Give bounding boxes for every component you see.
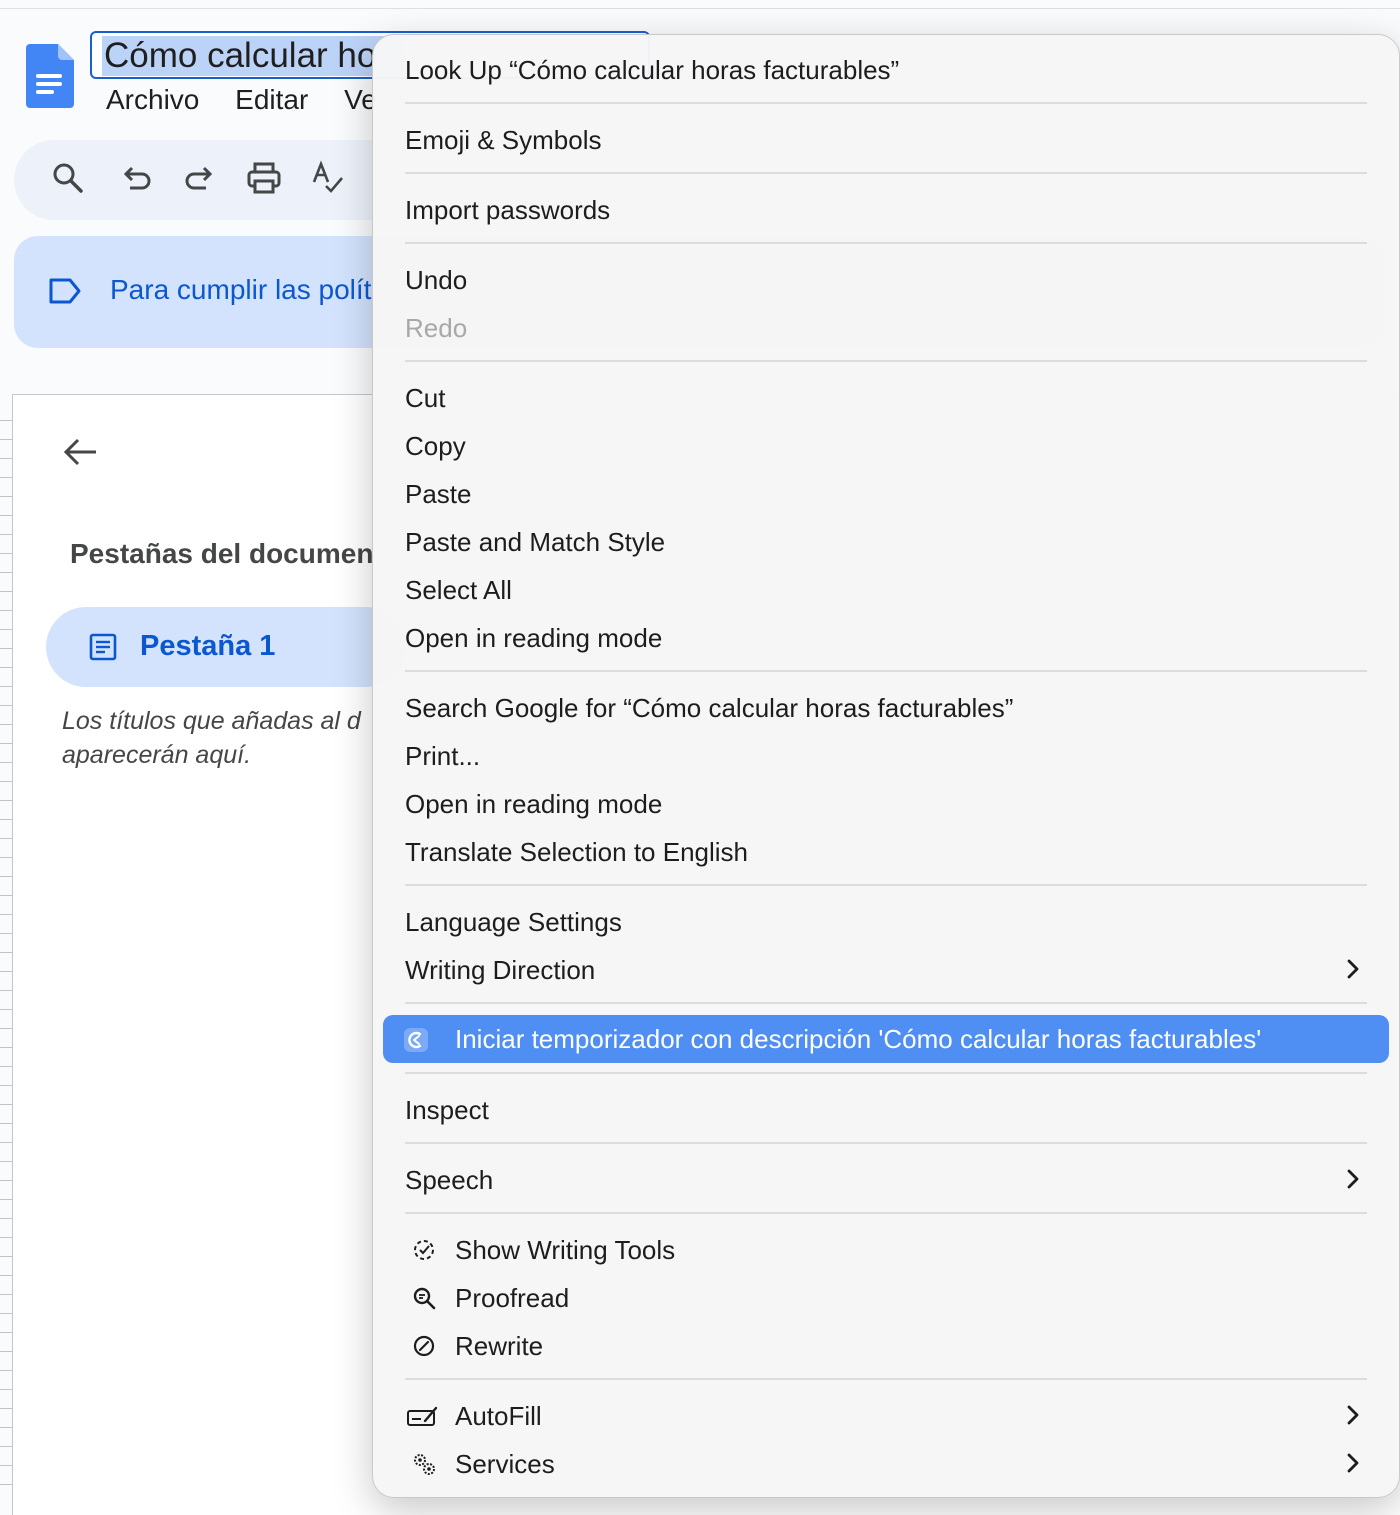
- menu-item-import-passwords[interactable]: Import passwords: [405, 188, 610, 232]
- context-menu: Look Up “Cómo calcular horas facturables…: [372, 34, 1400, 1498]
- menu-item-rewrite[interactable]: Rewrite: [455, 1324, 543, 1368]
- menu-item-redo: Redo: [405, 313, 468, 343]
- writing-tools-icon: [414, 1240, 434, 1260]
- menu-item-show-writing-tools[interactable]: Show Writing Tools: [455, 1228, 675, 1272]
- menu-item-print[interactable]: Print...: [405, 734, 480, 778]
- label-icon: [49, 278, 81, 304]
- menu-item-select-all[interactable]: Select All: [405, 568, 512, 612]
- menu-item-writing-direction[interactable]: Writing Direction: [405, 948, 595, 992]
- chevron-right-icon: [1347, 1453, 1359, 1473]
- menu-item-look-up[interactable]: Look Up “Cómo calcular horas facturables…: [405, 48, 899, 92]
- menu-item-copy[interactable]: Copy: [405, 424, 466, 468]
- timer-app-icon: [404, 1028, 428, 1052]
- services-icon: [414, 1454, 435, 1475]
- undo-icon[interactable]: [118, 160, 154, 196]
- back-arrow-icon[interactable]: [62, 434, 98, 470]
- menu-item-language-settings[interactable]: Language Settings: [405, 900, 622, 944]
- tabs-hint-text: Los títulos que añadas al d aparecerán a…: [62, 704, 361, 772]
- autofill-icon: [407, 1406, 438, 1426]
- redo-icon[interactable]: [182, 160, 218, 196]
- print-icon[interactable]: [246, 160, 282, 196]
- tab-label: Pestaña 1: [140, 630, 276, 662]
- search-icon[interactable]: [50, 160, 86, 196]
- menu-separator: [405, 884, 1367, 886]
- menu-item-emoji-symbols[interactable]: Emoji & Symbols: [405, 118, 602, 162]
- vertical-ruler: [0, 420, 12, 1500]
- menu-item-translate[interactable]: Translate Selection to English: [405, 830, 748, 874]
- menu-separator: [405, 102, 1367, 104]
- menu-item-services[interactable]: Services: [455, 1442, 555, 1486]
- menu-editar[interactable]: Editar: [235, 84, 308, 115]
- menu-separator: [405, 1212, 1367, 1214]
- menu-item-paste-match-style[interactable]: Paste and Match Style: [405, 520, 665, 564]
- document-tab-icon: [89, 633, 117, 661]
- menu-item-autofill[interactable]: AutoFill: [455, 1394, 542, 1438]
- start-timer-label: Iniciar temporizador con descripción 'Có…: [455, 1024, 1262, 1054]
- menu-item-undo[interactable]: Undo: [405, 258, 467, 302]
- menu-separator: [405, 360, 1367, 362]
- menu-item-open-reading-mode[interactable]: Open in reading mode: [405, 616, 662, 660]
- rewrite-icon: [413, 1335, 435, 1357]
- spellcheck-icon[interactable]: [310, 160, 346, 196]
- proofread-icon: [413, 1287, 436, 1310]
- menu-separator: [405, 670, 1367, 672]
- menu-item-cut[interactable]: Cut: [405, 376, 445, 420]
- docs-menubar: Archivo Editar Ve: [106, 84, 405, 116]
- window-top-border: [0, 8, 1400, 9]
- menu-separator: [405, 1378, 1367, 1380]
- chevron-right-icon: [1347, 959, 1359, 979]
- menu-item-proofread[interactable]: Proofread: [455, 1276, 569, 1320]
- menu-item-open-reading-mode-2[interactable]: Open in reading mode: [405, 782, 662, 826]
- menu-archivo[interactable]: Archivo: [106, 84, 199, 115]
- document-title-selected-text[interactable]: Cómo calcular ho: [102, 36, 404, 76]
- menu-item-search-google[interactable]: Search Google for “Cómo calcular horas f…: [405, 686, 1013, 730]
- menu-separator: [405, 1002, 1367, 1004]
- menu-item-inspect[interactable]: Inspect: [405, 1088, 489, 1132]
- docs-logo-icon[interactable]: [26, 44, 74, 108]
- menu-item-speech[interactable]: Speech: [405, 1158, 493, 1202]
- hint-line-2: aparecerán aquí.: [62, 741, 252, 769]
- chevron-right-icon: [1347, 1169, 1359, 1189]
- menu-separator: [405, 1072, 1367, 1074]
- tabs-heading: Pestañas del documen: [70, 538, 374, 569]
- menu-separator: [405, 172, 1367, 174]
- menu-item-paste[interactable]: Paste: [405, 472, 472, 516]
- chevron-right-icon: [1347, 1405, 1359, 1425]
- banner-text[interactable]: Para cumplir las polít: [110, 274, 371, 306]
- menu-separator: [405, 1142, 1367, 1144]
- hint-line-1: Los títulos que añadas al d: [62, 707, 361, 735]
- menu-separator: [405, 242, 1367, 244]
